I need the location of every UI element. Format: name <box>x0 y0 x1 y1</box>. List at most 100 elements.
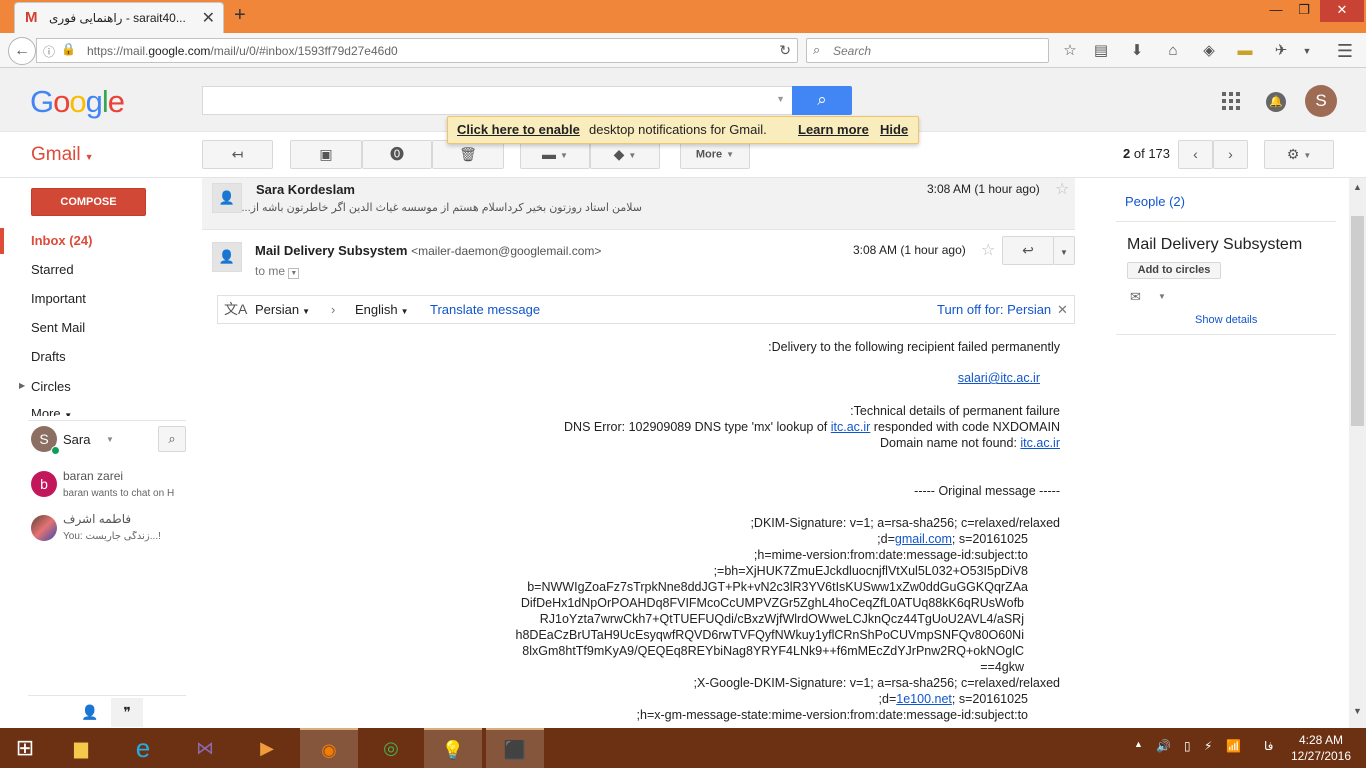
pdf-reader-icon[interactable]: ⬛ <box>486 728 544 768</box>
power-icon[interactable]: ⚡ <box>1204 739 1212 753</box>
sender-name[interactable]: Sara Kordeslam <box>256 182 355 197</box>
source-language-select[interactable]: Persian ▼ <box>255 302 310 317</box>
addon-dropdown-icon[interactable]: ▼ <box>1296 40 1318 62</box>
contact-name[interactable]: فاطمه اشرف <box>63 512 131 526</box>
nav-circles[interactable]: Circles <box>31 379 71 394</box>
older-button[interactable]: › <box>1213 140 1248 169</box>
restore-button[interactable]: ❐ <box>1290 0 1318 22</box>
apps-grid-icon[interactable] <box>1222 92 1240 110</box>
network-icon[interactable]: 📶 <box>1226 739 1241 753</box>
info-icon[interactable]: ⓘ <box>43 43 55 60</box>
reply-button[interactable]: ↩ <box>1002 236 1054 265</box>
mail-search-input[interactable]: ▼ <box>202 86 794 115</box>
account-avatar[interactable]: S <box>1305 85 1337 117</box>
firefox-icon[interactable]: ◉ <box>300 728 358 768</box>
sender-name[interactable]: Mail Delivery Subsystem <box>255 243 407 258</box>
labels-button[interactable]: ◆ ▼ <box>590 140 660 169</box>
nav-important[interactable]: Important <box>31 291 86 306</box>
bookmark-star-icon[interactable]: ☆ <box>1059 40 1081 62</box>
star-icon[interactable]: ☆ <box>1055 179 1069 199</box>
hangouts-icon[interactable]: ❞ <box>111 698 143 727</box>
tab-close-icon[interactable]: ✕ <box>202 8 215 28</box>
visual-studio-icon[interactable]: ⋈ <box>176 728 234 768</box>
hide-link[interactable]: Hide <box>880 117 908 143</box>
url-bar[interactable]: ⓘ 🔒 https://mail.google.com/mail/u/0/#in… <box>36 38 798 63</box>
compose-button[interactable]: COMPOSE <box>31 188 146 216</box>
reading-list-icon[interactable]: ▤ <box>1090 40 1112 62</box>
new-tab-button[interactable]: + <box>234 4 246 27</box>
add-to-circles-button[interactable]: Add to circles <box>1127 262 1221 279</box>
back-to-inbox-button[interactable]: ↤ <box>202 140 273 169</box>
people-header[interactable]: People (2) <box>1125 194 1185 209</box>
gmail-label[interactable]: Gmail ▼ <box>31 144 94 166</box>
turn-off-translation-link[interactable]: Turn off for: Persian <box>937 302 1051 317</box>
minimize-button[interactable]: — <box>1262 0 1290 22</box>
internet-explorer-icon[interactable]: e <box>114 728 172 768</box>
star-icon[interactable]: ☆ <box>981 240 995 260</box>
nav-inbox[interactable]: Inbox (24) <box>31 233 92 248</box>
contact-photo-avatar[interactable] <box>31 515 57 541</box>
home-icon[interactable]: ⌂ <box>1162 40 1184 62</box>
reload-icon[interactable]: ↻ <box>779 42 791 59</box>
window-close-button[interactable]: ✕ <box>1320 0 1364 22</box>
delete-button[interactable]: 🗑 <box>432 140 504 169</box>
contact-name[interactable]: baran zarei <box>63 469 123 483</box>
nav-sent-mail[interactable]: Sent Mail <box>31 320 85 335</box>
volume-icon[interactable]: 🔊 <box>1156 739 1171 753</box>
circles-expand-icon[interactable]: ▶ <box>19 381 25 390</box>
settings-button[interactable]: ⚙ ▼ <box>1264 140 1334 169</box>
menu-icon[interactable]: ☰ <box>1334 40 1356 62</box>
domain-link[interactable]: 1e100.net <box>896 692 952 706</box>
browser-tab[interactable]: M راهنمایی فوری - sarait40... ✕ <box>14 2 224 33</box>
search-options-dropdown-icon[interactable]: ▼ <box>776 94 785 104</box>
media-player-icon[interactable]: ▶ <box>238 728 296 768</box>
translate-message-link[interactable]: Translate message <box>430 302 540 317</box>
show-details-link[interactable]: Show details <box>1195 314 1257 326</box>
nav-starred[interactable]: Starred <box>31 262 74 277</box>
pocket-icon[interactable]: ◈ <box>1198 40 1220 62</box>
google-logo[interactable]: Google <box>30 84 125 120</box>
close-icon[interactable]: ✕ <box>1057 302 1068 318</box>
scroll-thumb[interactable] <box>1351 216 1364 426</box>
back-button[interactable]: ← <box>8 37 36 65</box>
extension-icon[interactable]: ▬ <box>1234 40 1256 62</box>
domain-link[interactable]: gmail.com <box>895 532 952 546</box>
report-spam-button[interactable]: ⓿ <box>362 140 432 169</box>
language-indicator[interactable]: فا <box>1264 739 1273 753</box>
newer-button[interactable]: ‹ <box>1178 140 1213 169</box>
mail-search-button[interactable]: ⌕ <box>792 86 852 115</box>
archive-button[interactable]: ▣ <box>290 140 362 169</box>
enable-notifications-link[interactable]: Click here to enable <box>457 117 580 143</box>
chat-status-dropdown-icon[interactable]: ▼ <box>106 435 114 444</box>
email-dropdown-icon[interactable]: ▼ <box>1158 292 1166 301</box>
target-language-select[interactable]: English ▼ <box>355 302 409 317</box>
domain-link[interactable]: itc.ac.ir <box>831 420 871 434</box>
nav-more[interactable]: More ▼ <box>31 406 72 416</box>
scrollbar[interactable]: ▲ ▼ <box>1349 178 1366 728</box>
windows-start-icon[interactable]: ⊞ <box>0 728 50 768</box>
file-explorer-icon[interactable]: ▆ <box>52 728 110 768</box>
more-button[interactable]: More ▼ <box>680 140 750 169</box>
more-actions-button[interactable]: ▼ <box>1053 236 1075 265</box>
scroll-down-icon[interactable]: ▼ <box>1353 706 1362 716</box>
tray-expand-icon[interactable]: ▲ <box>1134 739 1143 749</box>
chat-search-button[interactable]: ⌕ <box>158 426 186 452</box>
recipient-line[interactable]: to me ▼ <box>255 264 300 279</box>
recipient-link[interactable]: salari@itc.ac.ir <box>958 371 1040 385</box>
move-to-button[interactable]: ▬ ▼ <box>520 140 590 169</box>
nav-drafts[interactable]: Drafts <box>31 349 66 364</box>
collapsed-message[interactable]: 👤 Sara Kordeslam سلامن استاد روزتون بخیر… <box>202 178 1075 230</box>
domain-link[interactable]: itc.ac.ir <box>1020 436 1060 450</box>
download-icon[interactable]: ⬇ <box>1126 40 1148 62</box>
notifications-bell-icon[interactable]: 🔔 <box>1266 92 1286 112</box>
lightbulb-app-icon[interactable]: 💡 <box>424 728 482 768</box>
person-icon[interactable]: 👤 <box>81 704 98 721</box>
clock[interactable]: 4:28 AM 12/27/2016 <box>1284 732 1358 764</box>
browser-search-input[interactable]: ⌕ Search <box>806 38 1049 63</box>
contact-avatar[interactable]: b <box>31 471 57 497</box>
chat-self-name[interactable]: Sara <box>63 432 90 447</box>
addon-icon[interactable]: ✈ <box>1270 40 1292 62</box>
chrome-icon[interactable]: ◎ <box>362 728 420 768</box>
learn-more-link[interactable]: Learn more <box>798 117 869 143</box>
email-icon[interactable]: ✉ <box>1130 289 1141 305</box>
